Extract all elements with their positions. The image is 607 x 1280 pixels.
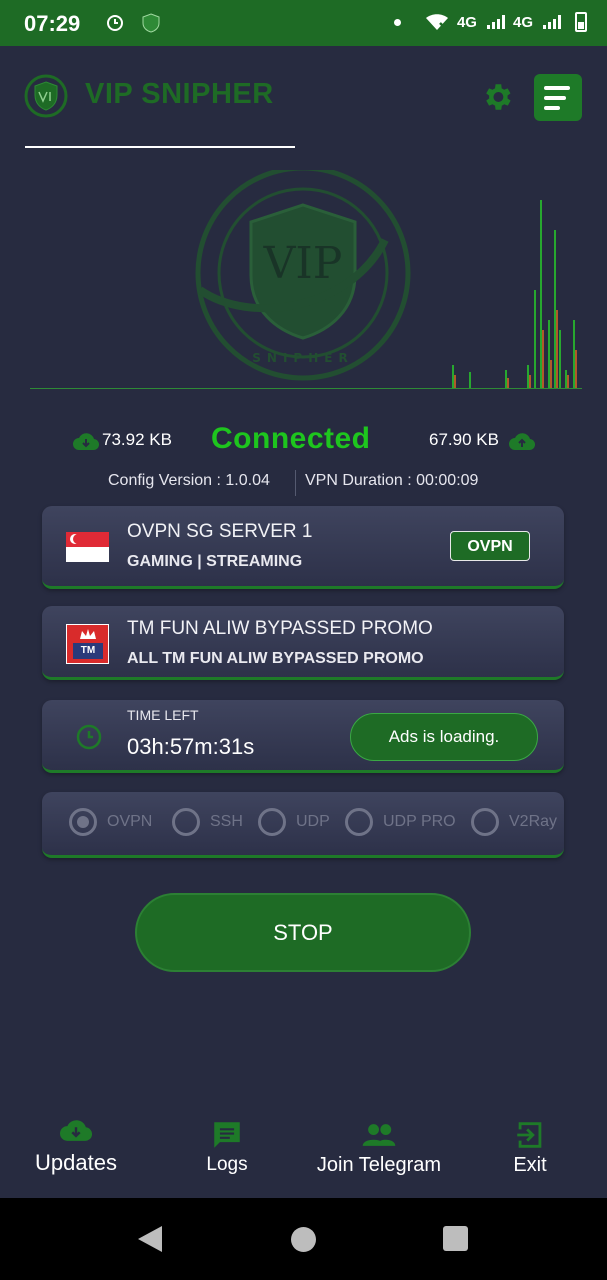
bottom-nav: Updates Logs Join Telegram Exit [0, 1118, 607, 1198]
server-subtitle: GAMING | STREAMING [127, 553, 303, 570]
traffic-stats: 73.92 KB Connected 67.90 KB [0, 422, 607, 456]
nav-label: Join Telegram [316, 1154, 442, 1176]
radio-ovpn[interactable]: OVPN [69, 808, 152, 836]
network-label-2: 4G [512, 13, 533, 31]
traffic-spikes [452, 200, 577, 388]
app-title: VIP SNIPHER [85, 78, 274, 110]
radio-unselected-icon [258, 808, 286, 836]
status-time: 07:29 [24, 11, 81, 36]
nav-logs[interactable]: Logs [196, 1118, 258, 1176]
stop-button[interactable]: STOP [135, 893, 471, 972]
title-underline [25, 146, 295, 148]
server-name: OVPN SG SERVER 1 [127, 521, 313, 542]
watermark-vip-text: VIP [263, 238, 343, 289]
back-icon[interactable] [138, 1226, 162, 1252]
radio-v2ray[interactable]: V2Ray [471, 808, 557, 836]
vip-watermark-logo: VIP SNIPHER [195, 170, 411, 381]
menu-button[interactable] [534, 74, 582, 121]
status-bar: 07:29 4G 4G [0, 0, 607, 46]
wifi-icon [425, 14, 448, 30]
radio-label: V2Ray [509, 813, 558, 830]
nav-label: Logs [206, 1154, 248, 1175]
notification-dot-icon [393, 18, 401, 26]
battery-icon [575, 12, 587, 32]
nav-exit[interactable]: Exit [506, 1118, 554, 1177]
nav-join-telegram[interactable]: Join Telegram [304, 1118, 454, 1177]
download-amount: 73.92 KB [102, 430, 172, 449]
divider [295, 470, 296, 496]
app-logo-icon [24, 74, 68, 118]
signal-icon-1 [486, 15, 505, 29]
system-nav-bar [0, 1198, 607, 1280]
chat-icon [214, 1122, 240, 1148]
nav-updates[interactable]: Updates [25, 1118, 127, 1176]
group-icon [362, 1124, 396, 1146]
radio-label: SSH [210, 813, 243, 830]
nav-label: Updates [35, 1150, 117, 1175]
tm-logo-text: TM [73, 643, 103, 659]
ads-button[interactable]: Ads is loading. [350, 713, 538, 761]
cloud-download-icon [73, 433, 99, 451]
alarm-clock-icon [107, 15, 123, 31]
config-info-row: Config Version : 1.0.04 VPN Duration : 0… [0, 470, 607, 496]
time-left-card: TIME LEFT 03h:57m:31s Ads is loading. [42, 700, 564, 773]
radio-unselected-icon [345, 808, 373, 836]
app-notification-icon [142, 13, 160, 33]
radio-label: UDP [296, 813, 330, 830]
nav-label: Exit [513, 1154, 547, 1176]
config-version: Config Version : 1.0.04 [108, 472, 270, 489]
payload-selector[interactable]: TM TM FUN ALIW BYPASSED PROMO ALL TM FUN… [42, 606, 564, 680]
radio-ssh[interactable]: SSH [172, 808, 243, 836]
radio-udp[interactable]: UDP [258, 808, 330, 836]
radio-selected-icon [69, 808, 97, 836]
signal-icon-2 [543, 15, 561, 29]
radio-unselected-icon [172, 808, 200, 836]
time-left-label: TIME LEFT [127, 707, 199, 723]
status-icons: 4G 4G [393, 12, 587, 32]
protocol-badge: OVPN [450, 531, 530, 561]
singapore-flag-icon [66, 532, 109, 562]
tm-logo-icon: TM [66, 624, 109, 664]
graph-baseline [30, 388, 582, 389]
radio-label: UDP PRO [383, 813, 456, 830]
server-selector[interactable]: OVPN SG SERVER 1 GAMING | STREAMING OVPN [42, 506, 564, 589]
vpn-duration: VPN Duration : 00:00:09 [305, 472, 479, 489]
cloud-upload-icon [509, 433, 535, 451]
protocol-selector: OVPN SSH UDP UDP PRO V2Ray [42, 792, 564, 858]
cloud-download-icon [60, 1120, 92, 1141]
home-icon[interactable] [291, 1227, 316, 1252]
clock-icon [76, 724, 102, 750]
payload-subtitle: ALL TM FUN ALIW BYPASSED PROMO [127, 650, 424, 667]
recents-icon[interactable] [443, 1226, 468, 1251]
connection-status: Connected [211, 422, 371, 455]
network-label-1: 4G [456, 13, 477, 31]
radio-unselected-icon [471, 808, 499, 836]
gear-icon[interactable] [480, 80, 514, 114]
watermark-snipher-text: SNIPHER [252, 351, 353, 365]
time-left-value: 03h:57m:31s [127, 734, 255, 759]
radio-label: OVPN [107, 813, 153, 830]
payload-name: TM FUN ALIW BYPASSED PROMO [127, 618, 433, 639]
upload-amount: 67.90 KB [429, 430, 499, 449]
traffic-graph: VIP SNIPHER [195, 170, 577, 388]
exit-icon [517, 1122, 542, 1148]
radio-udp-pro[interactable]: UDP PRO [345, 808, 456, 836]
